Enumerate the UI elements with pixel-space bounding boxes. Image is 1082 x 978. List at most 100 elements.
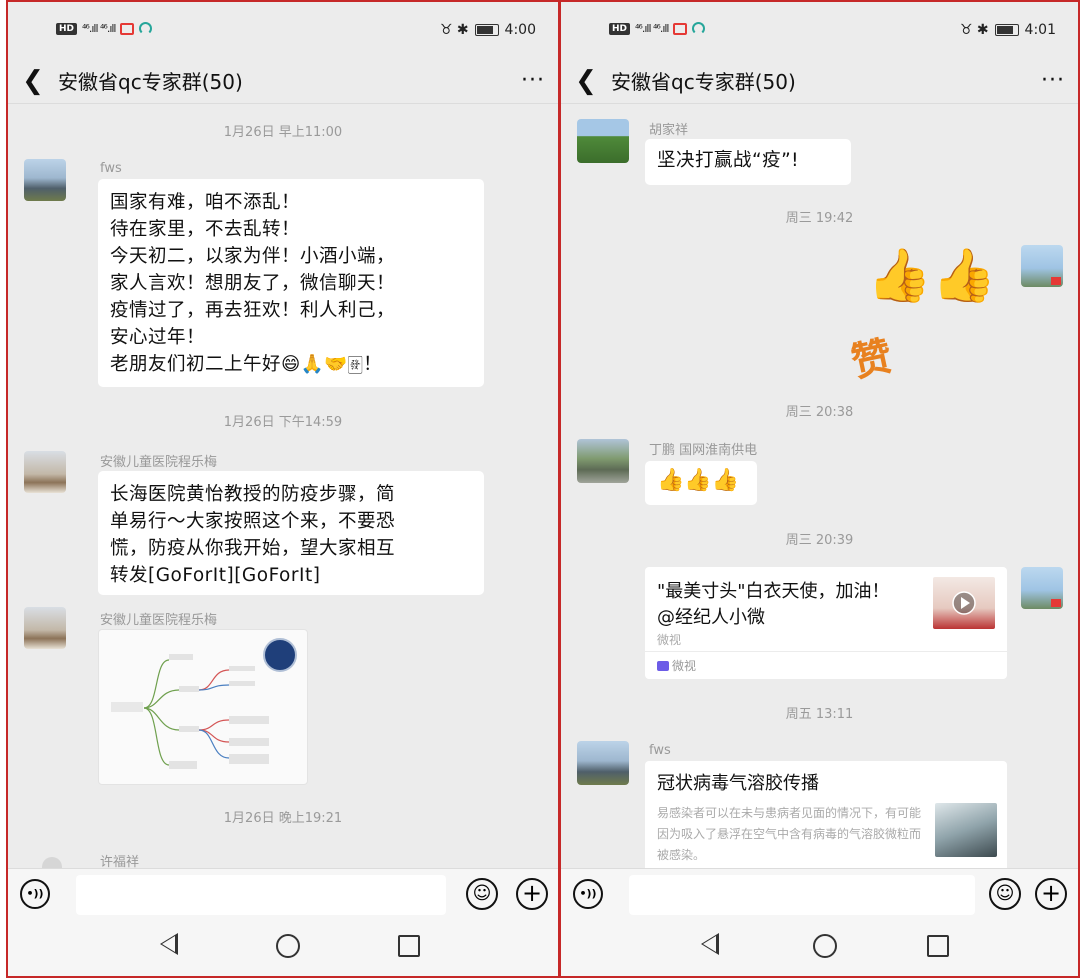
sync-icon <box>139 22 153 35</box>
card-footer: 微视 <box>645 651 1007 679</box>
video-thumbnail <box>933 577 995 629</box>
chat-title: 安徽省qc专家群(50) <box>58 70 243 94</box>
chat-header: ❮ 安徽省qc专家群(50) ··· <box>8 58 558 104</box>
status-bar: HD ⁴⁶.ıll ⁴⁶.ıll ♉ ✱ 4:01 <box>561 2 1078 58</box>
phone-screen-right: HD ⁴⁶.ıll ⁴⁶.ıll ♉ ✱ 4:01 ❮ 安徽省qc专家群(50)… <box>560 0 1080 978</box>
timestamp: 1月26日 下午14:59 <box>223 415 343 430</box>
chat-header: ❮ 安徽省qc专家群(50) ··· <box>561 58 1078 104</box>
avatar[interactable] <box>1021 245 1063 287</box>
nav-recent-icon[interactable] <box>927 935 949 957</box>
avatar[interactable] <box>577 741 629 785</box>
message-line: 今天初二，以家为伴！小酒小端， <box>110 246 396 267</box>
nav-back-icon[interactable] <box>701 933 719 955</box>
timestamp: 周三 20:38 <box>785 405 854 420</box>
avatar[interactable] <box>24 159 66 201</box>
sender-name: 安徽儿童医院程乐梅 <box>100 455 218 470</box>
nav-back-icon[interactable] <box>160 933 178 955</box>
hd-icon: HD <box>56 22 78 35</box>
message-list[interactable]: 胡家祥 坚决打赢战“疫”! 周三 19:42 👍👍 赞 周三 20:38 丁鹏 … <box>561 105 1078 868</box>
thumbs-up-sticker[interactable]: 👍👍 <box>867 245 997 306</box>
back-icon[interactable]: ❮ <box>8 58 58 104</box>
message-line: 转发[GoForIt][GoForIt] <box>110 565 321 586</box>
signal-icon: ⁴⁶.ıll ⁴⁶.ıll <box>635 22 669 35</box>
voice-icon[interactable]: •)) <box>20 879 50 909</box>
message-list[interactable]: 1月26日 早上11:00 fws 国家有难，咱不添乱！ 待在家里，不去乱转！ … <box>8 105 558 868</box>
card-title: 冠状病毒气溶胶传播 <box>657 773 819 794</box>
flag-icon <box>1051 277 1061 285</box>
more-icon[interactable]: ··· <box>1028 68 1078 93</box>
message-line: 待在家里，不去乱转！ <box>110 219 301 240</box>
input-bar: •)) ☺ + <box>561 868 1078 920</box>
voice-icon[interactable]: •)) <box>573 879 603 909</box>
message-line: 家人言欢！想朋友了，微信聊天！ <box>110 273 396 294</box>
weishi-logo-icon <box>657 661 669 671</box>
mindmap-image[interactable] <box>98 629 308 785</box>
system-navigation <box>8 920 558 976</box>
message-bubble[interactable]: 👍👍👍 <box>645 461 757 505</box>
sender-name: 安徽儿童医院程乐梅 <box>100 613 218 628</box>
more-icon[interactable]: ··· <box>508 68 558 93</box>
play-icon <box>952 591 976 615</box>
input-bar: •)) ☺ + <box>8 868 558 920</box>
avatar[interactable] <box>24 607 66 649</box>
eye-bluetooth-icon: ♉ ✱ <box>439 22 469 38</box>
calendar-icon <box>120 22 135 35</box>
plus-icon[interactable]: + <box>1035 878 1067 910</box>
message-bubble[interactable]: 国家有难，咱不添乱！ 待在家里，不去乱转！ 今天初二，以家为伴！小酒小端， 家人… <box>98 179 484 387</box>
article-share-card[interactable]: 冠状病毒气溶胶传播 易感染者可以在未与患病者见面的情况下，有可能因为吸入了悬浮在… <box>645 761 1007 868</box>
message-line: 老朋友们初二上午好😄🙏🤝🀅！ <box>110 354 383 375</box>
message-bubble[interactable]: 长海医院黄怡教授的防疫步骤，简 单易行～大家按照这个来，不要恐 慌，防疫从你我开… <box>98 471 484 595</box>
article-thumbnail <box>935 803 997 857</box>
timestamp: 周三 20:39 <box>785 533 854 548</box>
battery-icon <box>994 24 1019 36</box>
chat-title: 安徽省qc专家群(50) <box>611 70 796 94</box>
card-title: "最美寸头"白衣天使，加油！ @经纪人小微 <box>657 581 890 628</box>
sender-name: 胡家祥 <box>649 123 689 138</box>
system-navigation <box>561 920 1078 976</box>
back-icon[interactable]: ❮ <box>561 58 611 104</box>
signal-icon: ⁴⁶.ıll ⁴⁶.ıll <box>82 22 116 35</box>
nav-recent-icon[interactable] <box>398 935 420 957</box>
nav-home-icon[interactable] <box>813 934 837 958</box>
zan-sticker-text: 赞 <box>847 332 897 387</box>
emoji-icon[interactable]: ☺ <box>466 878 498 910</box>
message-line: 单易行～大家按照这个来，不要恐 <box>110 511 396 532</box>
screenshot-composite: HD ⁴⁶.ıll ⁴⁶.ıll ♉ ✱ 4:00 ❮ 安徽省qc专家群(50)… <box>0 0 1082 978</box>
message-line: 慌，防疫从你我开始，望大家相互 <box>110 538 396 559</box>
clock: 4:01 <box>1024 22 1056 38</box>
message-line: 安心过年！ <box>110 327 206 348</box>
video-share-card[interactable]: "最美寸头"白衣天使，加油！ @经纪人小微 微视 微视 <box>645 567 1007 679</box>
phone-screen-left: HD ⁴⁶.ıll ⁴⁶.ıll ♉ ✱ 4:00 ❮ 安徽省qc专家群(50)… <box>6 0 560 978</box>
avatar[interactable] <box>42 857 62 868</box>
message-line: 国家有难，咱不添乱！ <box>110 192 301 213</box>
timestamp: 周五 13:11 <box>785 707 854 722</box>
logo-seal <box>263 638 297 672</box>
sender-name: 丁鹏 国网淮南供电 <box>649 443 758 458</box>
avatar[interactable] <box>24 451 66 493</box>
sender-name: fws <box>649 743 671 758</box>
message-bubble[interactable]: 坚决打赢战“疫”! <box>645 139 851 185</box>
avatar[interactable] <box>1021 567 1063 609</box>
timestamp: 周三 19:42 <box>785 211 854 226</box>
timestamp: 1月26日 晚上19:21 <box>223 811 343 826</box>
sync-icon <box>692 22 706 35</box>
message-line: 疫情过了，再去狂欢！利人利己， <box>110 300 396 321</box>
message-input[interactable] <box>629 875 975 915</box>
hd-icon: HD <box>609 22 631 35</box>
calendar-icon <box>673 22 688 35</box>
flag-icon <box>1051 599 1061 607</box>
nav-home-icon[interactable] <box>276 934 300 958</box>
sender-name: fws <box>100 161 122 176</box>
message-input[interactable] <box>76 875 446 915</box>
plus-icon[interactable]: + <box>516 878 548 910</box>
clock: 4:00 <box>504 22 536 38</box>
card-source: 微视 <box>657 633 682 647</box>
avatar[interactable] <box>577 119 629 163</box>
emoji-icon[interactable]: ☺ <box>989 878 1021 910</box>
avatar[interactable] <box>577 439 629 483</box>
eye-bluetooth-icon: ♉ ✱ <box>959 22 989 38</box>
card-footer-label: 微视 <box>672 659 697 673</box>
card-description: 易感染者可以在未与患病者见面的情况下，有可能因为吸入了悬浮在空气中含有病毒的气溶… <box>657 806 922 862</box>
battery-icon <box>474 24 499 36</box>
timestamp: 1月26日 早上11:00 <box>223 125 343 140</box>
